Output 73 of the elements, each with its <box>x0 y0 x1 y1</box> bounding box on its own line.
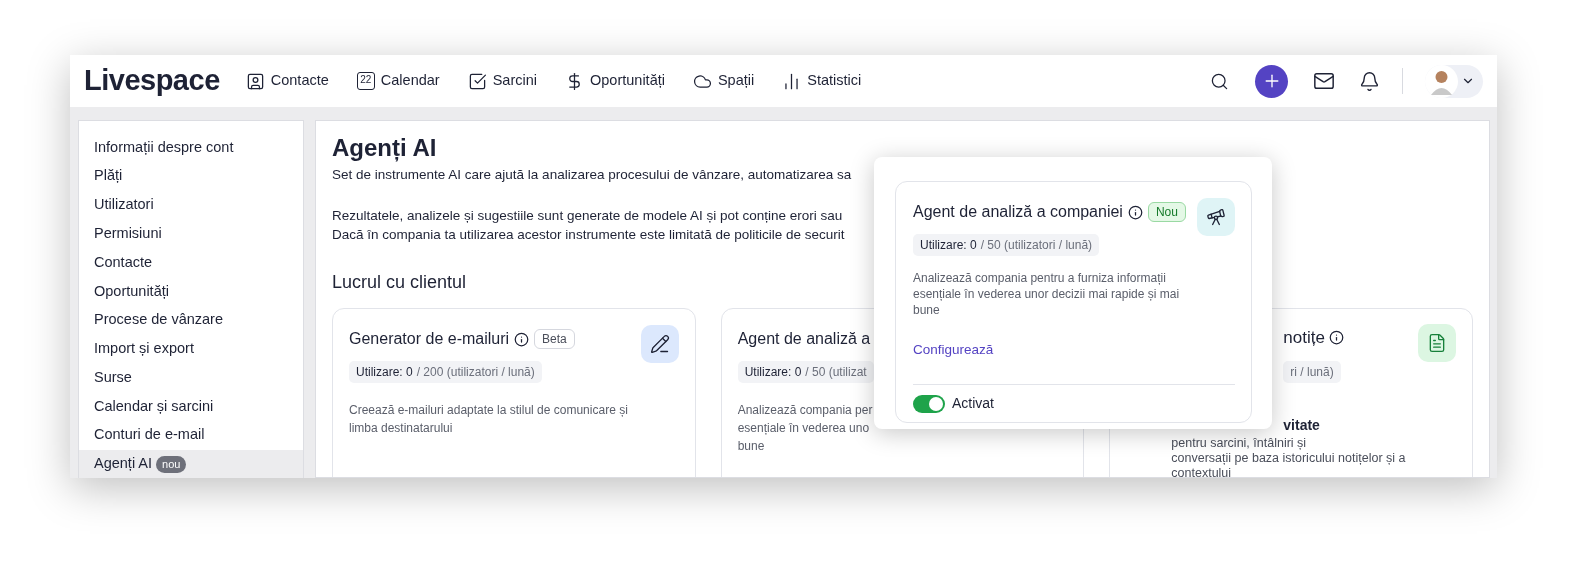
sidebar-label: Contacte <box>94 252 153 272</box>
sidebar-label: Utilizatori <box>94 195 154 215</box>
page-note: Dacă în compania ta utilizarea acestor instrumente este limitată de politicile de securit <box>332 226 845 244</box>
usage-limit: / 200 (utilizatori / lună) <box>416 364 535 381</box>
sidebar-label: Oportunități <box>94 281 169 301</box>
sidebar-item[interactable]: Surse <box>79 363 303 393</box>
sidebar-label: Agenți AI <box>94 454 153 474</box>
checkbox-icon <box>467 71 487 91</box>
card-description: Analizează compania pentru a furniza informații esențiale în vederea unor decizii mai rapide și mai bune <box>913 270 1181 318</box>
mail-icon[interactable] <box>1313 70 1335 92</box>
usage-limit: / 50 (utilizatori / lună) <box>980 237 1093 254</box>
sidebar-item[interactable]: Procese de vânzare <box>79 305 303 335</box>
toggle-label: Activat <box>952 394 994 414</box>
card-subtitle: vitate <box>1283 415 1321 435</box>
page-intro: Set de instrumente AI care ajută la analizarea procesului de vânzare, automatizarea sa <box>332 166 852 184</box>
usage-limit: ri / lună) <box>1290 363 1334 381</box>
sidebar-label: Calendar și sarcini <box>94 396 214 416</box>
nav-link[interactable]: Statistici <box>782 70 862 92</box>
contact-icon <box>245 71 265 91</box>
sidebar-item[interactable]: Calendar și sarcini <box>79 392 303 421</box>
new-badge: nou <box>156 455 187 473</box>
sidebar-item[interactable]: Utilizatori <box>79 190 303 220</box>
account-menu[interactable] <box>1425 64 1483 98</box>
add-button[interactable] <box>1255 64 1288 98</box>
sidebar-item[interactable]: Import și export <box>79 334 303 364</box>
page-note: Rezultatele, analizele și sugestiile sunt generate de modele AI și pot conține erori sau <box>332 207 843 225</box>
sidebar-item[interactable]: Contacte <box>79 248 303 277</box>
sidebar-item[interactable]: Agenți AI nou <box>79 449 303 478</box>
sidebar-label: Conturi de e-mail <box>94 425 205 445</box>
info-icon <box>514 331 530 347</box>
usage-count: Utilizare: 0 <box>744 364 802 381</box>
nav-link[interactable]: Oportunități <box>565 70 665 92</box>
card-title: Agent de analiză a companiei <box>913 202 1123 222</box>
sidebar-item[interactable]: Plăți <box>79 161 303 191</box>
telescope-icon <box>1197 198 1235 236</box>
sidebar-label: Permisiuni <box>94 223 162 243</box>
sidebar-label: Plăți <box>94 166 123 186</box>
toggle-switch[interactable] <box>913 394 945 413</box>
info-icon <box>1127 204 1143 220</box>
card-title: notițe <box>1283 327 1325 349</box>
calendar-icon: 22 <box>356 72 375 90</box>
avatar <box>1425 64 1458 98</box>
sidebar-item[interactable]: Conturi de e-mail <box>79 420 303 450</box>
section-title: Lucrul cu clientul <box>332 271 467 294</box>
logo: Livespace <box>84 63 220 99</box>
note-icon <box>1418 324 1456 362</box>
card-description: Analizează compania per esențiale în vederea uno bune <box>737 402 873 455</box>
configure-link[interactable]: Configurează <box>913 340 994 361</box>
usage-count: Utilizare: 0 <box>920 237 977 254</box>
card-title: Agent de analiză a <box>737 329 871 349</box>
sidebar-item[interactable]: Permisiuni <box>79 219 303 249</box>
sidebar-item[interactable]: Oportunități <box>79 277 303 306</box>
page-title: Agenți AI <box>332 133 438 163</box>
status-badge: Nou <box>1147 202 1186 222</box>
sidebar-label: Informații despre cont <box>94 137 234 157</box>
nav-link[interactable]: Sarcini <box>467 70 537 92</box>
search-icon[interactable] <box>1210 71 1229 91</box>
sidebar-label: Import și export <box>94 339 194 359</box>
nav-link[interactable]: Spații <box>692 70 755 92</box>
sidebar-label: Procese de vânzare <box>94 310 223 330</box>
card-description: pentru sarcini, întâlniri și conversații pe baza istoricului notițelor și a contextului <box>1171 435 1407 477</box>
sidebar-label: Surse <box>94 367 132 387</box>
usage-count: Utilizare: 0 <box>356 364 413 381</box>
card-title: Generator de e-mailuri <box>349 329 510 349</box>
pen-icon <box>640 325 679 363</box>
status-badge: Beta <box>534 329 575 349</box>
notification-icon[interactable] <box>1359 70 1380 92</box>
info-icon <box>1328 330 1344 346</box>
sidebar-item[interactable]: Informații despre cont <box>79 133 303 162</box>
usage-limit: / 50 (utilizat <box>805 364 867 381</box>
nav-link[interactable]: Contacte <box>245 70 329 92</box>
card-description: Creează e-mailuri adaptate la stilul de comunicare și limba destinatarului <box>349 402 629 437</box>
nav-link[interactable]: 22 Calendar <box>356 70 440 92</box>
